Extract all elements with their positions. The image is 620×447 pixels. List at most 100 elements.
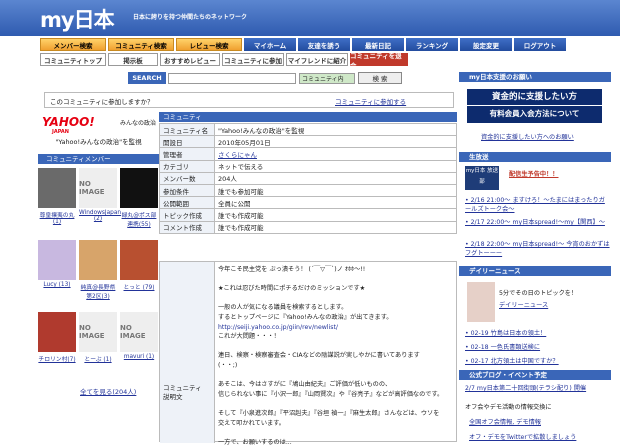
info-key: 公開範囲 xyxy=(159,196,215,210)
info-key: 参加条件 xyxy=(159,183,215,198)
info-value: 2010年05月01日 xyxy=(214,135,457,149)
offline-link[interactable]: 全国オフ会情報, デモ情報 xyxy=(469,417,541,426)
member-name[interactable]: 尊皇攘夷の丸 (1) xyxy=(38,210,76,225)
info-value[interactable]: さくらにゃん xyxy=(214,147,457,161)
site-logo[interactable]: my日本 xyxy=(40,4,115,34)
community-tab-2[interactable]: おすすめレビュー xyxy=(160,53,220,66)
info-row: メンバー数 204人 xyxy=(159,171,457,185)
info-value: ネットで伝える xyxy=(214,159,457,173)
search-button[interactable]: 検 索 xyxy=(358,72,402,84)
description-line[interactable]: http://seiji.yahoo.co.jp/giin/rev/newlis… xyxy=(218,323,454,333)
event-item[interactable]: 2/7 my日本第二十回街頭(テラシ配り) 開催 xyxy=(465,383,586,392)
member-avatar[interactable] xyxy=(38,240,76,280)
live-item[interactable]: • 2/16 21:00〜 ますけろ！〜たまにはまったりガールズトーク会〜 xyxy=(465,196,610,214)
member-name[interactable]: 純真@長野県第2区(3) xyxy=(79,282,117,300)
news-item[interactable]: • 02-18 一色氏書類送検に xyxy=(465,342,540,351)
all-members-link[interactable]: 全てを見る(204人) xyxy=(80,386,136,396)
twitter-link[interactable]: オフ・デモをTwitterで拡散しましょう xyxy=(469,432,576,441)
member-name[interactable]: WindowsJapan (2) xyxy=(79,210,121,222)
search-input[interactable] xyxy=(168,73,296,84)
description-label: コミュニティ 説明文 xyxy=(163,384,202,401)
member-avatar[interactable] xyxy=(79,240,117,280)
community-section-header: コミュニティ xyxy=(159,112,457,122)
description-line: 今年こそ民主党を ぶっ潰そう！ (´￣▽￣`)ノ ｵﾎﾎ〜!! xyxy=(218,266,366,273)
description-line: ★これは忍びた時間にポチるだけのミッションです★ xyxy=(218,285,366,293)
nav-tab-3[interactable]: マイホーム xyxy=(244,38,296,51)
daily-news-image xyxy=(467,282,495,322)
description-line: (・・;) xyxy=(218,361,238,369)
nav-tab-4[interactable]: 友達を誘う xyxy=(298,38,350,51)
live-item[interactable]: • 2/17 22:00〜 my日本spread!〜my【関西】〜 xyxy=(465,218,610,227)
info-value: 誰でも参加可能 xyxy=(214,183,457,198)
member-name[interactable]: とーぶ (1) xyxy=(79,354,117,363)
nav-tab-0[interactable]: メンバー検索 xyxy=(40,38,106,51)
member-avatar[interactable] xyxy=(120,168,158,208)
support-banner[interactable]: 資金的に支援したい方 有料会員入会方法について xyxy=(467,89,602,123)
community-table: コミュニティ名 "Yahoo!みんなの政治"を監視 開設日 2010年05月01日 管理… xyxy=(159,122,457,234)
member-name[interactable]: チロリン村(7) xyxy=(38,354,76,363)
site-header: my日本 日本に誇りを持つ仲間たちのネットワーク xyxy=(0,0,620,36)
nav-tab-1[interactable]: コミュニティ検索 xyxy=(108,38,174,51)
info-row: コメント作成 誰でも作成可能 xyxy=(159,220,457,234)
news-item[interactable]: • 02-17 北方領土は中国ですか？ xyxy=(465,356,559,365)
nav-tab-8[interactable]: ログアウト xyxy=(514,38,566,51)
daily-news-header: デイリーニュース xyxy=(459,266,611,276)
community-tab-1[interactable]: 掲示板 xyxy=(108,53,158,66)
info-key: 開設日 xyxy=(159,135,215,149)
member-avatar[interactable]: NO IMAGE xyxy=(79,312,117,352)
community-tab-3[interactable]: コミュニティに参加 xyxy=(222,53,284,66)
description-line xyxy=(218,371,454,381)
search-label: SEARCH xyxy=(128,72,166,84)
community-tab-0[interactable]: コミュニティトップ xyxy=(40,53,106,66)
description-line xyxy=(218,399,454,409)
right-column: my日本支援のお願い 資金的に支援したい方 有料会員入会方法について 資金的に支援… xyxy=(459,72,611,442)
nav-tab-2[interactable]: レビュー検索 xyxy=(176,38,242,51)
description-line xyxy=(218,342,454,352)
daily-news-title: 5分でその日のトピックを！ xyxy=(499,290,578,297)
nav-tab-7[interactable]: 設定変更 xyxy=(460,38,512,51)
live-item[interactable]: • 2/18 22:00〜 my日本spread!〜 今宵のおかずはフグトーーー xyxy=(465,240,610,258)
info-value: 全員に公開 xyxy=(214,196,457,210)
support-link[interactable]: 資金的に支援したい方へのお願い xyxy=(481,132,574,141)
member-avatar[interactable] xyxy=(38,168,76,208)
community-description: コミュニティ 説明文 今年こそ民主党を ぶっ潰そう！ (´￣▽￣`)ノ ｵﾎﾎ〜!… xyxy=(159,261,457,446)
info-key: メンバー数 xyxy=(159,171,215,185)
member-name[interactable]: 緑丸@ポス部連携(55) xyxy=(120,210,158,228)
member-avatar[interactable]: NO IMAGE xyxy=(79,168,117,208)
news-item[interactable]: • 02-19 竹島は日本の領土！ xyxy=(465,328,546,337)
member-avatar[interactable] xyxy=(120,240,158,280)
member-name[interactable]: Lucy (13) xyxy=(38,282,76,288)
search-bar: SEARCH コミュニティ内 検 索 xyxy=(40,72,455,86)
daily-news-link[interactable]: デイリーニュース xyxy=(499,300,548,309)
description-line: そして『小泉進次郎』『平沼赳夫』『谷垣 禎一』『麻生太郎』さんなどは、ウソを xyxy=(218,409,440,417)
site-tagline: 日本に誇りを持つ仲間たちのネットワーク xyxy=(133,14,248,21)
join-community-link[interactable]: コミュニティに参加する xyxy=(335,96,406,106)
info-row: カテゴリ ネットで伝える xyxy=(159,159,457,173)
info-row: コミュニティ名 "Yahoo!みんなの政治"を監視 xyxy=(159,122,457,137)
search-scope-select[interactable]: コミュニティ内 xyxy=(299,73,355,84)
info-key: 管理者 xyxy=(159,147,215,161)
member-avatar[interactable] xyxy=(38,312,76,352)
community-name: "Yahoo!みんなの政治"を監視 xyxy=(55,138,142,146)
offline-intro: オフ会やデモ活動の情報交換に xyxy=(465,404,552,411)
description-line: あそこは、今はさすがに『鳩山由紀夫』ご評価が低いものの、 xyxy=(218,381,392,389)
info-key: カテゴリ xyxy=(159,159,215,173)
info-value: 誰でも作成可能 xyxy=(214,208,457,222)
member-name[interactable]: とっと (79) xyxy=(120,282,158,291)
events-header: 公式ブログ・イベント予定 xyxy=(459,370,611,380)
description-key: コミュニティ 説明文 xyxy=(160,262,215,443)
community-tab-5[interactable]: コミュニティを退会 xyxy=(350,52,408,70)
member-name[interactable]: mavuri (1) xyxy=(120,354,158,360)
member-avatar[interactable]: NO IMAGE xyxy=(120,312,158,352)
info-key: トピック作成 xyxy=(159,208,215,222)
description-line: 一般の人が気になる議員を検索するとします。 xyxy=(218,304,348,312)
info-key: コメント作成 xyxy=(159,220,215,234)
nav-tab-6[interactable]: ランキング xyxy=(406,38,458,51)
info-row: トピック作成 誰でも作成可能 xyxy=(159,208,457,222)
community-tab-4[interactable]: マイフレンドに紹介 xyxy=(286,53,348,66)
description-line: 交えて叩かれています。 xyxy=(218,419,285,427)
join-question: このコミュニティに参加しますか？ xyxy=(50,98,154,106)
live-title[interactable]: 配信生予告中！！ xyxy=(509,169,559,178)
info-row: 公開範囲 全員に公開 xyxy=(159,196,457,210)
main-nav: メンバー検索 コミュニティ検索 レビュー検索 マイホーム 友達を誘う 最新日記 ランキング設… xyxy=(40,38,610,52)
